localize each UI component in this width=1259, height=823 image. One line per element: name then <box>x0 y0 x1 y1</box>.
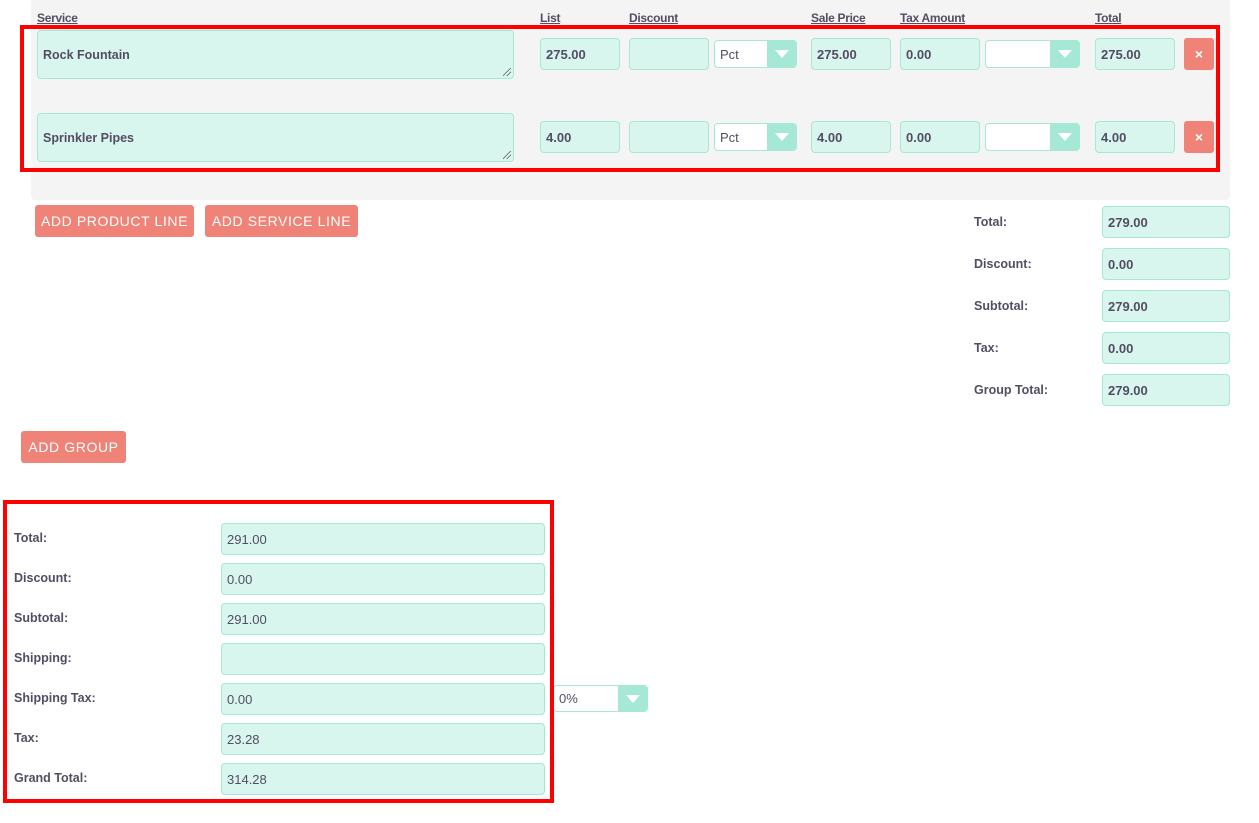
line-items-highlight-box <box>20 25 1220 172</box>
group-tax-label: Tax: <box>974 341 999 355</box>
add-service-line-button[interactable]: ADD SERVICE LINE <box>205 205 358 237</box>
group-tax-input[interactable]: 0.00 <box>1102 332 1230 364</box>
column-header-total: Total <box>1095 11 1122 25</box>
grand-totals-highlight-box <box>3 500 554 803</box>
group-grand-total-input[interactable]: 279.00 <box>1102 374 1230 406</box>
column-header-service: Service <box>37 11 78 25</box>
shipping-tax-rate-select[interactable]: 0% <box>553 685 648 712</box>
group-discount-input[interactable]: 0.00 <box>1102 248 1230 280</box>
add-group-button[interactable]: ADD GROUP <box>21 431 126 463</box>
group-total-input[interactable]: 279.00 <box>1102 206 1230 238</box>
column-header-sale-price: Sale Price <box>811 11 866 25</box>
group-total-label: Total: <box>974 215 1008 229</box>
column-header-tax-amount: Tax Amount <box>900 11 965 25</box>
group-grand-total-label: Group Total: <box>974 383 1049 397</box>
column-header-discount: Discount <box>629 11 678 25</box>
column-header-list: List <box>540 11 561 25</box>
add-product-line-button[interactable]: ADD PRODUCT LINE <box>35 205 194 237</box>
dropdown-arrow-icon[interactable] <box>618 686 647 711</box>
group-subtotal-input[interactable]: 279.00 <box>1102 290 1230 322</box>
shipping-tax-rate-value: 0% <box>559 691 578 706</box>
group-subtotal-label: Subtotal: <box>974 299 1029 313</box>
group-discount-label: Discount: <box>974 257 1032 271</box>
